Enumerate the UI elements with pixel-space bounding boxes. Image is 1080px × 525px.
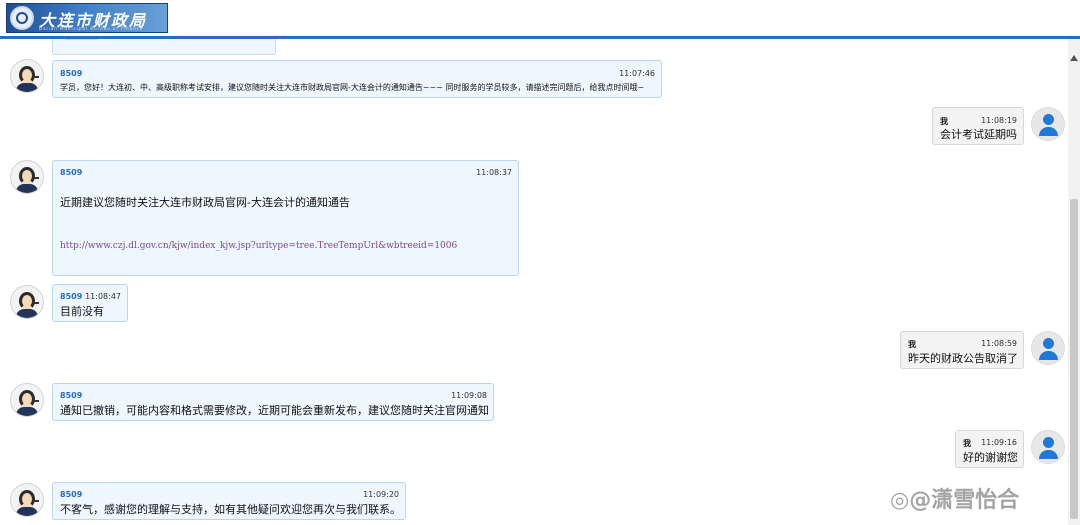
message-bubble-agent: 8509 11:08:37 近期建议您随时关注大连市财政局官网-大连会计的通知通…	[52, 160, 519, 276]
message-text: 会计考试延期吗	[940, 128, 1017, 141]
chat-scrollbar[interactable]	[1068, 39, 1080, 525]
message-time: 11:08:37	[476, 168, 512, 177]
message-bubble-user: 我 11:08:19 会计考试延期吗	[932, 107, 1024, 145]
message-bubble-user: 我 11:08:59 昨天的财政公告取消了	[900, 331, 1024, 369]
message-time: 11:08:47	[85, 292, 121, 301]
message-text: 通知已撤销，可能内容和格式需要修改，近期可能会重新发布，建议您随时关注官网通知	[60, 404, 489, 417]
sender-name: 8509	[60, 391, 83, 400]
message-bubble-agent: 8509 11:08:47 目前没有	[52, 284, 128, 322]
agent-headset-avatar-icon	[10, 285, 44, 319]
message-text: 不客气，感谢您的理解与支持，如有其他疑问欢迎您再次与我们联系。	[60, 503, 401, 516]
message-text: 近期建议您随时关注大连市财政局官网-大连会计的通知通告	[60, 196, 350, 209]
weibo-icon: ◎	[890, 488, 910, 513]
message-time: 11:09:16	[981, 438, 1017, 447]
user-silhouette-icon	[1031, 107, 1065, 141]
message-time: 11:08:19	[981, 116, 1017, 125]
message-text: 学员，您好！大连初、中、高级职称考试安排，建议您随时关注大连市财政局官网-大连会…	[60, 83, 645, 92]
user-silhouette-icon	[1031, 430, 1065, 464]
message-bubble-agent: 8509 11:07:46 学员，您好！大连初、中、高级职称考试安排，建议您随时…	[52, 60, 662, 98]
scroll-thumb[interactable]	[1070, 199, 1078, 519]
sender-name: 8509	[60, 69, 83, 78]
scroll-up-arrow-icon[interactable]	[1070, 55, 1078, 61]
watermark: ◎@潇雪怡合	[890, 482, 1019, 514]
message-time: 11:09:08	[451, 391, 487, 400]
user-silhouette-icon	[1031, 331, 1065, 365]
site-logo[interactable]: 大连市财政局 Dalian Municipal Bureau of Financ…	[6, 3, 168, 33]
logo-subtext: Dalian Municipal Bureau of Finance	[39, 26, 144, 31]
message-bubble-user: 我 11:09:16 好的谢谢您	[955, 430, 1024, 468]
message-text: 目前没有	[60, 305, 104, 318]
message-text: 好的谢谢您	[963, 451, 1018, 464]
message-bubble-agent: 8509 11:09:08 通知已撤销，可能内容和格式需要修改，近期可能会重新发…	[52, 383, 494, 421]
previous-message-fragment	[52, 39, 276, 55]
sender-name: 8509	[60, 168, 83, 177]
agent-headset-avatar-icon	[10, 483, 44, 517]
sender-name: 我	[908, 340, 916, 349]
sender-name: 8509	[60, 292, 83, 301]
watermark-text: @潇雪怡合	[909, 488, 1020, 513]
message-time: 11:08:59	[981, 339, 1017, 348]
agent-headset-avatar-icon	[10, 383, 44, 417]
sender-name: 8509	[60, 490, 83, 499]
message-bubble-agent: 8509 11:09:20 不客气，感谢您的理解与支持，如有其他疑问欢迎您再次与…	[52, 482, 406, 520]
notice-link[interactable]: http://www.czj.dl.gov.cn/kjw/index_kjw.j…	[60, 241, 457, 251]
emblem-icon	[10, 6, 34, 30]
message-text: 昨天的财政公告取消了	[908, 352, 1018, 365]
message-time: 11:09:20	[363, 490, 399, 499]
header: 大连市财政局 Dalian Municipal Bureau of Financ…	[0, 0, 1080, 36]
agent-headset-avatar-icon	[10, 160, 44, 194]
chat-panel: 8509 11:07:46 学员，您好！大连初、中、高级职称考试安排，建议您随时…	[0, 39, 1068, 525]
message-time: 11:07:46	[619, 69, 655, 78]
agent-headset-avatar-icon	[10, 59, 44, 93]
sender-name: 我	[963, 439, 971, 448]
